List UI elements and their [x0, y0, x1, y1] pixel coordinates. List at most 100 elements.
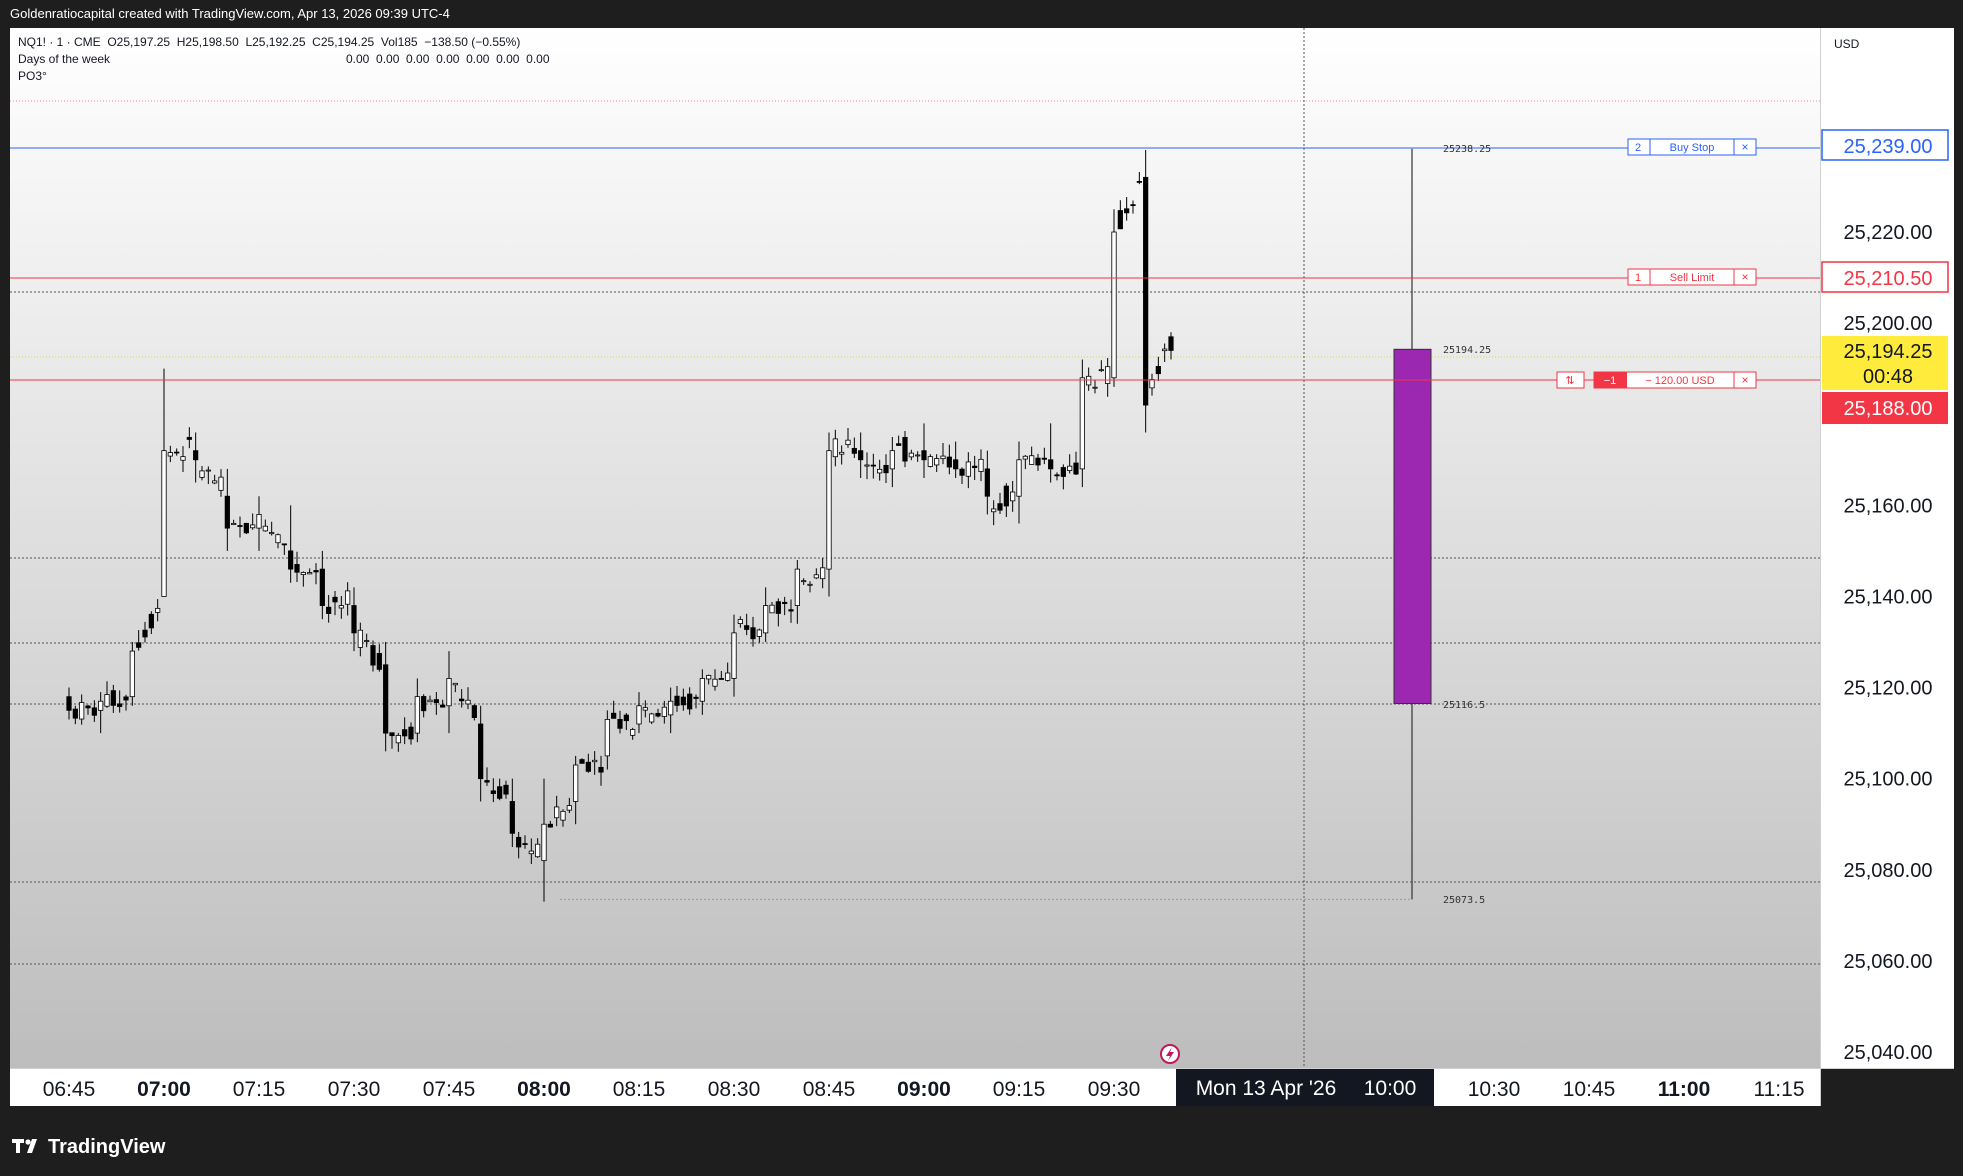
candle-down [1041, 457, 1047, 460]
svg-text:10:00: 10:00 [1364, 1077, 1417, 1100]
candle-up [275, 534, 281, 544]
buy-stop-qty: 2 [1635, 142, 1641, 154]
candle-down [471, 705, 477, 718]
position-close-icon[interactable]: × [1741, 373, 1748, 387]
po3-open-label: 25194.25 [1443, 345, 1491, 356]
candle-up [978, 458, 984, 472]
indicator-days-of-week-values: 0.00 0.00 0.00 0.00 0.00 0.00 0.00 [346, 52, 550, 66]
candle-up [155, 607, 161, 613]
candle-down [376, 652, 382, 670]
sell-limit-close-icon[interactable]: × [1741, 270, 1748, 284]
sell-limit-label: Sell Limit [1670, 272, 1715, 284]
candle-down [1035, 457, 1041, 466]
candle-up [877, 468, 883, 474]
candle-up [699, 678, 705, 702]
candle-up [769, 604, 775, 614]
candle-down [383, 664, 389, 734]
candle-up [908, 452, 914, 458]
candle-up [1162, 348, 1168, 352]
buy-stop-price-label: 25,239.00 [1821, 129, 1949, 161]
buy-stop-order[interactable]: 2 Buy Stop × [1627, 138, 1757, 156]
candle-up [649, 713, 655, 723]
candle-up [794, 568, 800, 606]
last-price-label: 25,194.25 00:48 [1822, 336, 1948, 390]
candle-down [896, 443, 902, 446]
candle-down [186, 436, 192, 440]
candle-up [636, 705, 642, 725]
lightning-icon[interactable] [1160, 1044, 1180, 1064]
position-pnl: − 120.00 USD [1645, 375, 1714, 387]
price-axis-background [1821, 28, 1954, 1068]
chart-legend: NQ1! · 1 · CME O25,197.25 H25,198.50 L25… [18, 34, 550, 85]
buy-stop-label: Buy Stop [1670, 142, 1715, 154]
candle-down [85, 705, 91, 709]
candle-up [212, 480, 218, 484]
time-tick-label: 07:00 [137, 1078, 191, 1101]
candle-up [1092, 386, 1098, 389]
po3-close-label: 25116.5 [1443, 700, 1485, 711]
svg-text:25,210.50: 25,210.50 [1844, 268, 1933, 290]
indicator-po3[interactable]: PO3° [18, 68, 520, 85]
candle-down [775, 601, 781, 614]
candle-down [123, 696, 129, 701]
candle-up [813, 574, 819, 579]
price-tick-label: 25,120.00 [1844, 678, 1933, 700]
time-tick-label: 07:15 [233, 1078, 286, 1101]
candle-down [687, 693, 693, 710]
candle-up [763, 605, 769, 634]
candle-down [617, 718, 623, 729]
candle-down [1155, 366, 1161, 375]
candle-up [307, 572, 313, 575]
candle-up [345, 590, 351, 605]
candle-down [1124, 208, 1130, 214]
chart-svg[interactable]: 25,220.00 25,200.00 25,160.00 25,140.00 25,1… [0, 0, 1963, 1106]
candle-down [997, 503, 1003, 511]
candle-down [332, 596, 338, 603]
candle-up [465, 699, 471, 705]
time-tick-label: 07:30 [328, 1078, 381, 1101]
candle-up [839, 451, 845, 455]
candle-up [129, 650, 135, 698]
buy-stop-close-icon[interactable]: × [1741, 140, 1748, 154]
candle-up [364, 640, 370, 642]
candle-down [281, 543, 287, 546]
time-tick-label: 10:30 [1468, 1078, 1521, 1101]
candle-up [826, 450, 832, 570]
candle-down [91, 707, 97, 716]
candle-down [579, 759, 585, 764]
svg-text:Mon 13 Apr '26: Mon 13 Apr '26 [1196, 1077, 1337, 1100]
candle-down [718, 678, 724, 680]
tradingview-logo[interactable]: TradingView [12, 1136, 165, 1159]
candle-up [1029, 455, 1035, 465]
candle-down [72, 708, 78, 719]
candle-up [535, 843, 541, 858]
candle-down [547, 823, 553, 828]
candle-down [851, 447, 857, 454]
candle-down [953, 459, 959, 470]
price-tick-label: 25,220.00 [1844, 222, 1933, 244]
candle-down [490, 790, 496, 795]
sell-limit-order[interactable]: 1 Sell Limit × [1627, 268, 1757, 286]
candle-up [934, 458, 940, 466]
candle-up [566, 805, 572, 811]
position-price-label: 25,188.00 [1822, 392, 1948, 424]
candle-up [300, 572, 306, 576]
price-tick-label: 25,100.00 [1844, 769, 1933, 791]
po3-body [1393, 348, 1432, 704]
time-tick-label: 08:15 [613, 1078, 666, 1101]
candle-down [509, 801, 515, 834]
price-tick-label: 25,140.00 [1844, 586, 1933, 608]
candle-up [452, 682, 458, 686]
candle-up [1022, 455, 1028, 460]
price-tick-label: 25,080.00 [1844, 860, 1933, 882]
candle-down [1054, 474, 1060, 477]
candle-down [623, 714, 629, 722]
candle-up [940, 455, 946, 460]
time-tick-label: 09:15 [993, 1078, 1046, 1101]
candle-up [104, 694, 110, 707]
symbol-ohlc-line[interactable]: NQ1! · 1 · CME O25,197.25 H25,198.50 L25… [18, 34, 520, 51]
candle-up [668, 700, 674, 716]
candle-up [604, 719, 610, 757]
candle-up [820, 567, 826, 580]
candle-up [991, 508, 997, 513]
